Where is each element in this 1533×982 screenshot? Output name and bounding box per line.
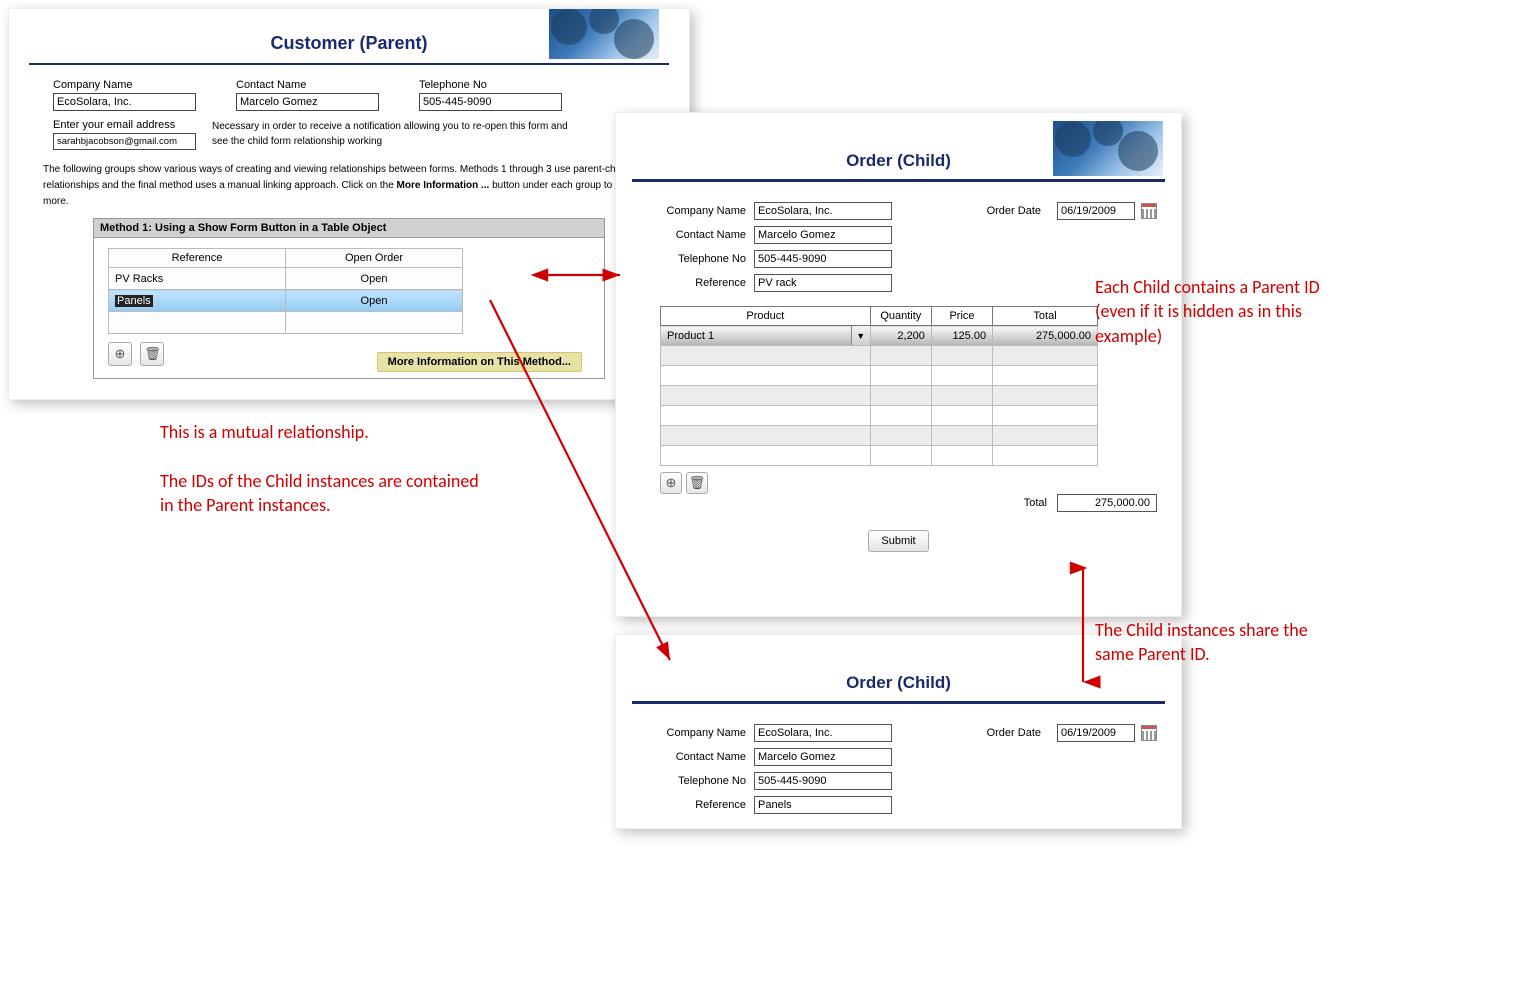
col-quantity: Quantity bbox=[870, 307, 931, 326]
telephone-input[interactable] bbox=[419, 93, 562, 111]
reference-label: Reference bbox=[640, 277, 754, 289]
open-button[interactable]: Open bbox=[286, 290, 463, 312]
contact-label: Contact Name bbox=[236, 79, 379, 91]
company-label: Company Name bbox=[53, 79, 196, 91]
email-label: Enter your email address bbox=[53, 119, 196, 131]
intro-paragraph: The following groups show various ways o… bbox=[9, 152, 689, 210]
order-date-label: Order Date bbox=[987, 727, 1041, 739]
table-row[interactable]: Panels Open bbox=[109, 290, 463, 312]
company-label: Company Name bbox=[640, 727, 754, 739]
method1-group: Method 1: Using a Show Form Button in a … bbox=[93, 218, 605, 379]
contact-label: Contact Name bbox=[640, 751, 754, 763]
company-input[interactable] bbox=[754, 202, 892, 220]
col-total: Total bbox=[993, 307, 1098, 326]
method1-title: Method 1: Using a Show Form Button in a … bbox=[94, 219, 604, 238]
grand-total-value: 275,000.00 bbox=[1057, 494, 1157, 512]
order-date-input[interactable] bbox=[1057, 202, 1135, 220]
email-note: Necessary in order to receive a notifica… bbox=[212, 119, 572, 149]
reference-label: Reference bbox=[640, 799, 754, 811]
product-dropdown-icon[interactable]: ▼ bbox=[851, 326, 870, 345]
gears-image bbox=[549, 9, 659, 59]
email-input[interactable] bbox=[53, 133, 196, 150]
order-date-label: Order Date bbox=[987, 205, 1041, 217]
calendar-icon[interactable] bbox=[1141, 203, 1157, 219]
col-open-order: Open Order bbox=[286, 249, 463, 268]
col-price: Price bbox=[931, 307, 992, 326]
submit-button[interactable]: Submit bbox=[868, 530, 928, 552]
add-row-icon[interactable]: ⊕ bbox=[108, 342, 132, 366]
table-row[interactable]: Product 1 ▼ 2,200 125.00 275,000.00 bbox=[661, 326, 1098, 346]
customer-parent-form: Customer (Parent) Company Name Contact N… bbox=[8, 8, 690, 400]
grand-total-label: Total bbox=[1024, 497, 1047, 509]
method1-table: Reference Open Order PV Racks Open Panel… bbox=[108, 248, 463, 334]
delete-row-icon[interactable]: 🗑 bbox=[140, 342, 164, 366]
product-table: Product Quantity Price Total Product 1 ▼… bbox=[660, 306, 1098, 466]
col-product: Product bbox=[661, 307, 871, 326]
contact-input[interactable] bbox=[754, 226, 892, 244]
reference-input[interactable] bbox=[754, 796, 892, 814]
order-date-input[interactable] bbox=[1057, 724, 1135, 742]
company-input[interactable] bbox=[754, 724, 892, 742]
annotation-right-1: Each Child contains a Parent ID (even if… bbox=[1095, 275, 1345, 348]
telephone-label: Telephone No bbox=[640, 253, 754, 265]
company-label: Company Name bbox=[640, 205, 754, 217]
company-input[interactable] bbox=[53, 93, 196, 111]
order-child-form-1: Order (Child) Company Name Order Date Co… bbox=[615, 112, 1182, 617]
table-row[interactable]: PV Racks Open bbox=[109, 268, 463, 290]
add-row-icon[interactable]: ⊕ bbox=[660, 472, 682, 494]
gears-image bbox=[1053, 121, 1163, 176]
more-info-button[interactable]: More Information on This Method... bbox=[377, 352, 582, 372]
annotation-left: This is a mutual relationship. The IDs o… bbox=[160, 420, 490, 517]
telephone-label: Telephone No bbox=[640, 775, 754, 787]
col-reference: Reference bbox=[109, 249, 286, 268]
telephone-label: Telephone No bbox=[419, 79, 562, 91]
reference-input[interactable] bbox=[754, 274, 892, 292]
contact-input[interactable] bbox=[236, 93, 379, 111]
contact-input[interactable] bbox=[754, 748, 892, 766]
telephone-input[interactable] bbox=[754, 772, 892, 790]
telephone-input[interactable] bbox=[754, 250, 892, 268]
delete-row-icon[interactable]: 🗑 bbox=[686, 472, 708, 494]
annotation-right-2: The Child instances share the same Paren… bbox=[1095, 618, 1345, 667]
contact-label: Contact Name bbox=[640, 229, 754, 241]
open-button[interactable]: Open bbox=[286, 268, 463, 290]
calendar-icon[interactable] bbox=[1141, 725, 1157, 741]
